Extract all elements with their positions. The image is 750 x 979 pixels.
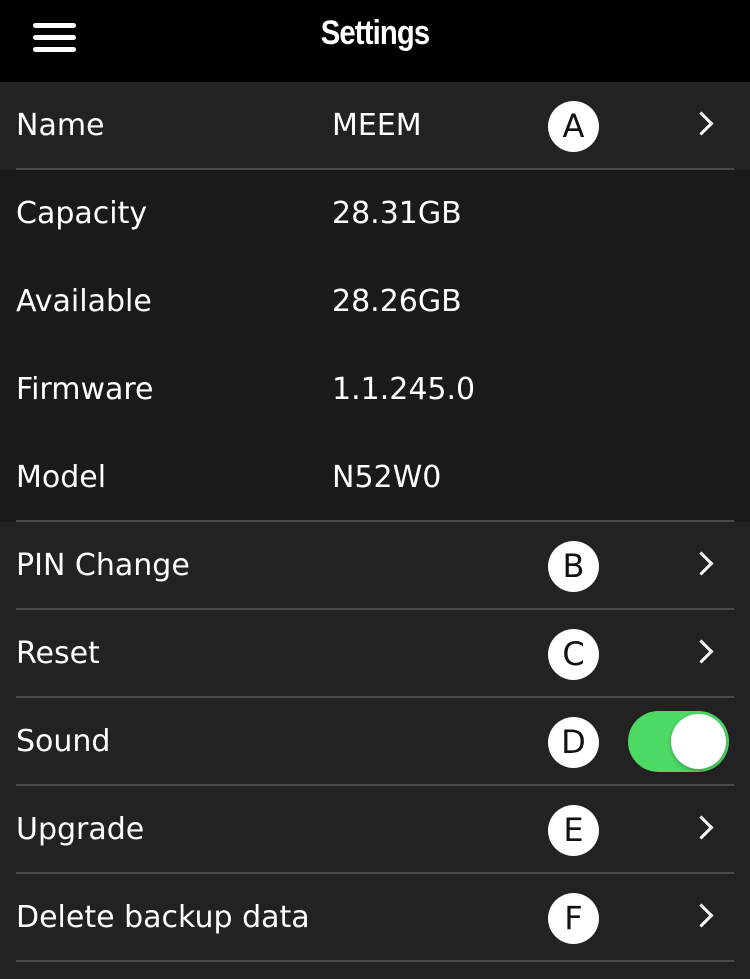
name-value: MEEM xyxy=(332,108,422,143)
sound-label: Sound xyxy=(16,724,111,759)
badge-d: D xyxy=(548,717,599,768)
upgrade-row[interactable]: Upgrade E xyxy=(0,786,750,874)
name-label: Name xyxy=(16,108,105,143)
available-value: 28.26GB xyxy=(332,284,462,319)
firmware-label: Firmware xyxy=(16,372,154,407)
capacity-label: Capacity xyxy=(16,196,148,231)
pin-change-row[interactable]: PIN Change B xyxy=(0,522,750,610)
available-label: Available xyxy=(16,284,152,319)
pin-change-label: PIN Change xyxy=(16,548,190,583)
toggle-knob xyxy=(671,714,726,769)
reset-row[interactable]: Reset C xyxy=(0,610,750,698)
upgrade-label: Upgrade xyxy=(16,812,145,847)
reset-label: Reset xyxy=(16,636,100,671)
sound-toggle[interactable] xyxy=(628,711,729,772)
capacity-row: Capacity 28.31GB xyxy=(0,170,750,258)
badge-c: C xyxy=(548,629,599,680)
name-row[interactable]: Name MEEM A xyxy=(0,82,750,170)
firmware-row: Firmware 1.1.245.0 xyxy=(0,346,750,434)
model-row: Model N52W0 xyxy=(0,434,750,522)
badge-e: E xyxy=(548,805,599,856)
badge-a: A xyxy=(548,101,599,152)
header-bar: Settings xyxy=(0,0,750,82)
firmware-value: 1.1.245.0 xyxy=(332,372,476,407)
delete-backup-row[interactable]: Delete backup data F xyxy=(0,874,750,962)
badge-f: F xyxy=(548,893,599,944)
chevron-right-icon[interactable] xyxy=(689,815,714,840)
capacity-value: 28.31GB xyxy=(332,196,462,231)
sound-row: Sound D xyxy=(0,698,750,786)
chevron-right-icon[interactable] xyxy=(689,551,714,576)
settings-list: Name MEEM A Capacity 28.31GB Available 2… xyxy=(0,82,750,962)
chevron-right-icon[interactable] xyxy=(689,639,714,664)
badge-b: B xyxy=(548,541,599,592)
chevron-right-icon[interactable] xyxy=(689,903,714,928)
model-label: Model xyxy=(16,460,107,495)
delete-backup-label: Delete backup data xyxy=(16,900,310,935)
page-title: Settings xyxy=(320,14,430,52)
model-value: N52W0 xyxy=(332,460,442,495)
chevron-right-icon[interactable] xyxy=(689,111,714,136)
available-row: Available 28.26GB xyxy=(0,258,750,346)
settings-screen: Settings Name MEEM A Capacity 28.31GB Av… xyxy=(0,0,750,979)
